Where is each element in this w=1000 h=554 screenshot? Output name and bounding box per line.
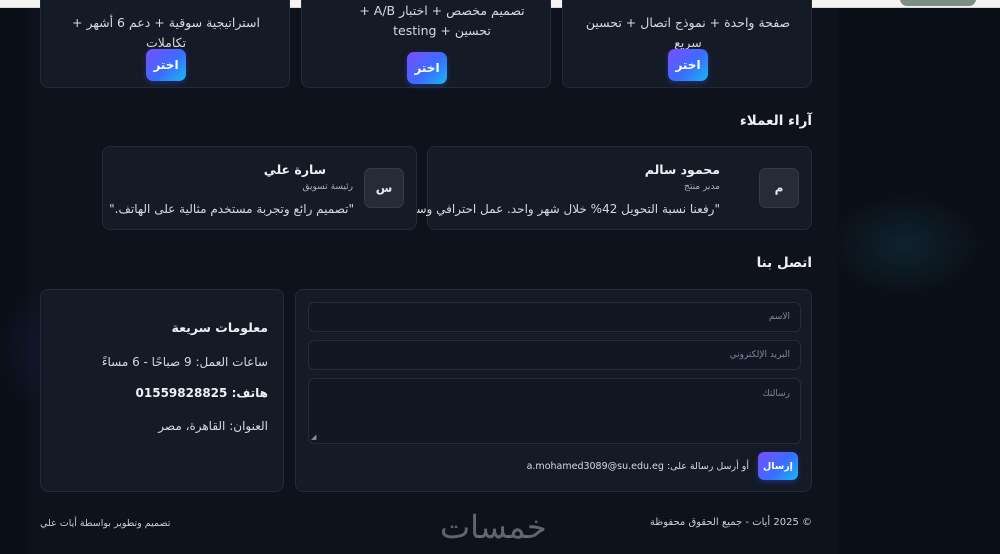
copyright-text: © 2025 أيات - جميع الحقوق محفوظة [649, 517, 812, 528]
address: العنوان: القاهرة، مصر [158, 419, 268, 433]
testimonial-role: مدير منتج [684, 182, 720, 192]
choose-plan-button[interactable]: اختر [407, 52, 447, 84]
testimonial-quote: "تصميم رائع وتجربة مستخدم مثالية على اله… [109, 202, 354, 216]
watermark-logo: خمسات [440, 508, 547, 546]
phone-number: هاتف: 01559828825 [135, 386, 268, 400]
message-field[interactable]: ◢ [308, 378, 801, 444]
email-field[interactable] [308, 340, 801, 370]
choose-plan-button[interactable]: اختر [668, 49, 708, 81]
contact-title: اتصل بنا [756, 255, 812, 271]
plan-card-enterprise: استراتيجية سوقية + دعم 6 أشهر + تكاملات … [40, 0, 290, 88]
email-input[interactable] [309, 341, 800, 369]
testimonial-card: س سارة علي رئيسة تسويق "تصميم رائع وتجرب… [102, 146, 417, 230]
alternate-email: أو أرسل رسالة على: a.mohamed3089@su.edu.… [526, 461, 749, 472]
page-left-gutter [0, 0, 28, 554]
testimonials-title: آراء العملاء [739, 113, 812, 129]
browser-chrome-pill [900, 0, 976, 6]
testimonial-name: سارة علي [263, 162, 326, 177]
testimonial-name: محمود سالم [644, 162, 720, 177]
name-field[interactable] [308, 302, 801, 332]
avatar: م [759, 168, 799, 208]
designer-credit: تصميم وتطوير بواسطة أيات علي [40, 518, 171, 529]
testimonial-quote: "رفعنا نسبة التحويل 42% خلال شهر واحد. ع… [390, 202, 720, 216]
testimonial-role: رئيسة تسويق [302, 182, 353, 192]
message-textarea[interactable] [309, 379, 800, 443]
name-input[interactable] [309, 303, 800, 331]
plan-features: تصميم مخصص + اختبار A/B + تحسين + testin… [359, 3, 525, 38]
plan-features: صفحة واحدة + نموذج اتصال + تحسين سريع [585, 15, 791, 50]
plan-features: استراتيجية سوقية + دعم 6 أشهر + تكاملات [72, 15, 260, 50]
decorative-glow [830, 195, 980, 295]
quick-info-title: معلومات سريعة [171, 320, 268, 335]
resize-handle-icon[interactable]: ◢ [311, 433, 316, 441]
plan-card-basic: صفحة واحدة + نموذج اتصال + تحسين سريع اخ… [562, 0, 812, 88]
contact-form: ◢ إرسال أو أرسل رسالة على: a.mohamed3089… [295, 289, 812, 492]
working-hours: ساعات العمل: 9 صباحًا - 6 مساءً [101, 355, 268, 369]
avatar: س [364, 168, 404, 208]
testimonial-card: م محمود سالم مدير منتج "رفعنا نسبة التحو… [391, 146, 812, 230]
send-button[interactable]: إرسال [758, 452, 798, 480]
quick-info-panel: معلومات سريعة ساعات العمل: 9 صباحًا - 6 … [40, 289, 284, 492]
plan-card-pro: تصميم مخصص + اختبار A/B + تحسين + testin… [301, 0, 551, 88]
choose-plan-button[interactable]: اختر [146, 49, 186, 81]
